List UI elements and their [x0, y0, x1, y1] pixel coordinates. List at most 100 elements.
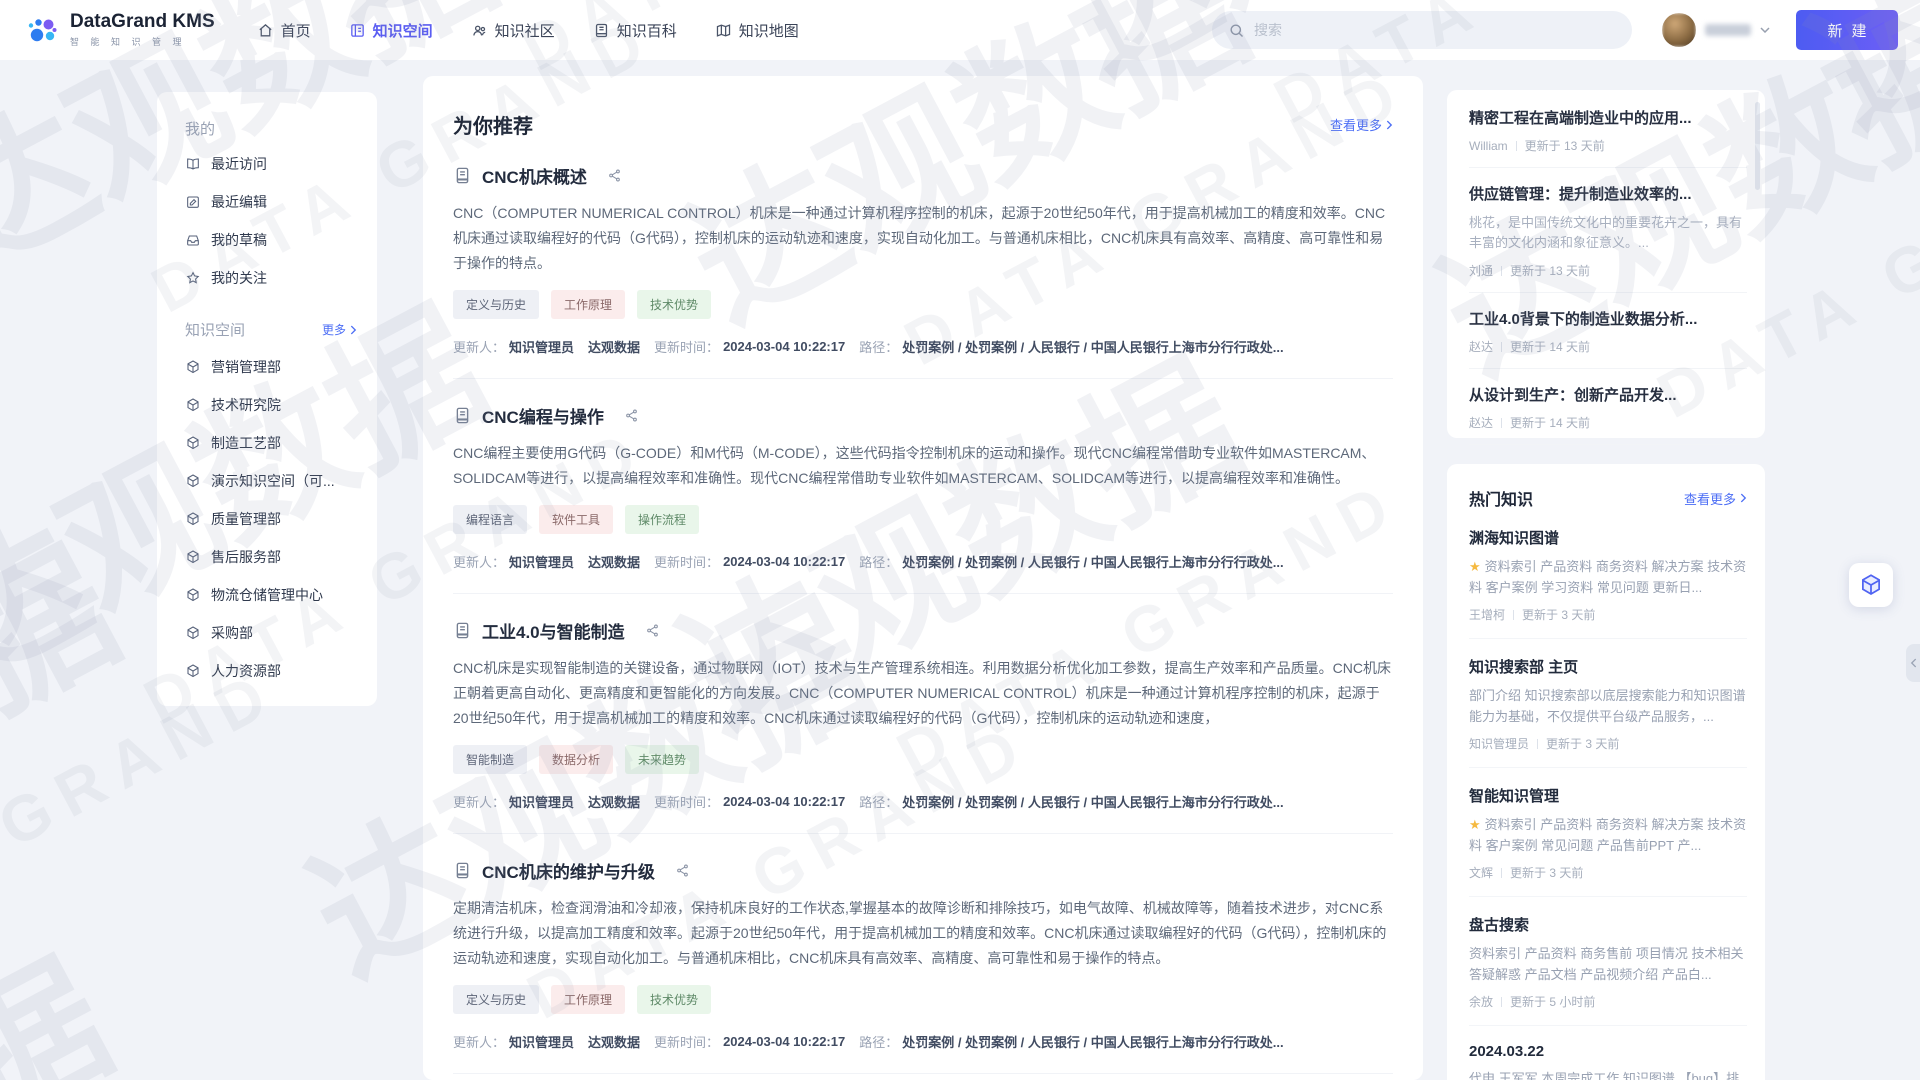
article-description: 定期清洁机床，检查润滑油和冷却液，保持机床良好的工作状态,掌握基本的故障诊断和排… — [453, 896, 1393, 971]
sidebar-item-icon — [185, 156, 201, 172]
org-value[interactable]: 达观数据 — [588, 792, 640, 811]
updater-value[interactable]: 知识管理员 — [509, 337, 574, 356]
org-value[interactable]: 达观数据 — [588, 1032, 640, 1051]
tag[interactable]: 工作原理 — [551, 985, 625, 1014]
share-icon[interactable] — [607, 168, 622, 183]
nav-item[interactable]: 知识地图 — [715, 20, 799, 41]
document-icon — [453, 406, 472, 425]
sidebar-item[interactable]: 我的关注 — [157, 259, 377, 297]
nav-item-icon — [349, 22, 366, 39]
article-title[interactable]: CNC机床概述 — [482, 163, 587, 188]
assistant-float-button[interactable] — [1849, 563, 1893, 607]
update-date: 更新于 3 天前 — [1522, 606, 1595, 623]
sidebar-item[interactable]: 我的草稿 — [157, 221, 377, 259]
spaces-more-link[interactable]: 更多 — [322, 321, 357, 338]
share-icon[interactable] — [624, 408, 639, 423]
sidebar-item[interactable]: 最近编辑 — [157, 183, 377, 221]
feed-more-link[interactable]: 查看更多 — [1330, 115, 1393, 134]
article-title[interactable]: CNC机床的维护与升级 — [482, 858, 655, 883]
tag[interactable]: 技术优势 — [637, 290, 711, 319]
hot-item-title[interactable]: 知识搜索部 主页 — [1469, 656, 1747, 677]
share-icon[interactable] — [645, 623, 660, 638]
nav-item-icon — [715, 22, 732, 39]
sidebar-item[interactable]: 最近访问 — [157, 145, 377, 183]
sidebar-item-icon — [185, 194, 201, 210]
tag[interactable]: 数据分析 — [539, 745, 613, 774]
app-logo[interactable]: DataGrand KMS 智 能 知 识 管 理 — [24, 12, 215, 48]
path-value[interactable]: 处罚案例 / 处罚案例 / 人民银行 / 中国人民银行上海市分行行政处... — [902, 337, 1283, 356]
updater-value[interactable]: 知识管理员 — [509, 1032, 574, 1051]
nav-item[interactable]: 首页 — [257, 20, 311, 41]
share-icon[interactable] — [675, 863, 690, 878]
update-date: 更新于 13 天前 — [1510, 262, 1590, 279]
hot-item-title[interactable]: 渊海知识图谱 — [1469, 527, 1747, 548]
org-value[interactable]: 达观数据 — [588, 337, 640, 356]
card-list: CNC机床概述 CNC（COMPUTER NUMERICAL CONTROL）机… — [453, 139, 1393, 1080]
left-sidebar: 我的 最近访问 最近编辑 — [157, 92, 377, 706]
article-title[interactable]: CNC编程与操作 — [482, 403, 604, 428]
sidebar-space-item[interactable]: 物流仓储管理中心 — [157, 576, 377, 614]
nav-item-label: 知识空间 — [373, 20, 433, 41]
author: 文辉 — [1469, 864, 1493, 881]
related-article-desc: 桃花，是中国传统文化中的重要花卉之一，具有丰富的文化内涵和象征意义。... — [1469, 213, 1747, 253]
tag[interactable]: 定义与历史 — [453, 985, 539, 1014]
hot-item-meta: 文辉 更新于 3 天前 — [1469, 864, 1747, 881]
cube-icon — [185, 549, 201, 565]
related-article-title[interactable]: 精密工程在高端制造业中的应用... — [1469, 107, 1747, 128]
tag[interactable]: 编程语言 — [453, 505, 527, 534]
related-article-item: 工业4.0背景下的制造业数据分析... 赵达 更新于 14 天前 — [1469, 293, 1747, 369]
tag[interactable]: 定义与历史 — [453, 290, 539, 319]
tag[interactable]: 操作流程 — [625, 505, 699, 534]
sidebar-space-item[interactable]: 制造工艺部 — [157, 424, 377, 462]
sidebar-space-item[interactable]: 质量管理部 — [157, 500, 377, 538]
hot-item-title[interactable]: 2024.03.22 — [1469, 1043, 1747, 1060]
sidebar-space-item[interactable]: 演示知识空间（可... — [157, 462, 377, 500]
tag[interactable]: 软件工具 — [539, 505, 613, 534]
logo-title: DataGrand KMS — [70, 12, 215, 32]
avatar[interactable] — [1662, 13, 1696, 47]
cube-icon — [185, 663, 201, 679]
new-button[interactable]: 新建 — [1796, 10, 1898, 50]
related-article-title[interactable]: 从设计到生产：创新产品开发... — [1469, 384, 1747, 405]
tag[interactable]: 工作原理 — [551, 290, 625, 319]
org-value[interactable]: 达观数据 — [588, 552, 640, 571]
nav-item-label: 知识百科 — [617, 20, 677, 41]
sidebar-space-item[interactable]: 售后服务部 — [157, 538, 377, 576]
hot-item-title[interactable]: 盘古搜索 — [1469, 914, 1747, 935]
tag[interactable]: 智能制造 — [453, 745, 527, 774]
sidebar-space-item[interactable]: 营销管理部 — [157, 348, 377, 386]
nav-item[interactable]: 知识社区 — [471, 20, 555, 41]
user-menu[interactable] — [1662, 13, 1770, 47]
updater-label: 更新人： — [453, 337, 505, 356]
hot-knowledge-panel: 热门知识 查看更多 渊海知识图谱 ★资料索引 产品资料 商务资料 解决方案 技术… — [1447, 464, 1765, 1080]
related-article-title[interactable]: 工业4.0背景下的制造业数据分析... — [1469, 308, 1747, 329]
path-value[interactable]: 处罚案例 / 处罚案例 / 人民银行 / 中国人民银行上海市分行行政处... — [902, 1032, 1283, 1051]
related-article-title[interactable]: 供应链管理：提升制造业效率的... — [1469, 183, 1747, 204]
tag[interactable]: 技术优势 — [637, 985, 711, 1014]
search-input[interactable] — [1254, 22, 1616, 38]
path-label: 路径： — [859, 1032, 898, 1051]
related-article-meta: William 更新于 13 天前 — [1469, 137, 1747, 154]
sidebar-space-item[interactable]: 人力资源部 — [157, 652, 377, 690]
article-card: 工业4.0与智能制造 CNC机床是实现智能制造的关键设备，通过物联网（IOT）技… — [453, 594, 1393, 834]
updater-value[interactable]: 知识管理员 — [509, 792, 574, 811]
cube-icon — [185, 473, 201, 489]
chevron-down-icon — [1760, 27, 1770, 33]
edge-collapse-handle[interactable] — [1906, 644, 1920, 682]
tag[interactable]: 未来趋势 — [625, 745, 699, 774]
path-value[interactable]: 处罚案例 / 处罚案例 / 人民银行 / 中国人民银行上海市分行行政处... — [902, 792, 1283, 811]
article-title[interactable]: 工业4.0与智能制造 — [482, 618, 625, 643]
nav-item[interactable]: 知识空间 — [349, 20, 433, 41]
author: 刘通 — [1469, 262, 1493, 279]
hot-knowledge-item: 知识搜索部 主页 ★部门介绍 知识搜索部以底层搜索能力和知识图谱能力为基础，不仅… — [1469, 639, 1747, 768]
updater-value[interactable]: 知识管理员 — [509, 552, 574, 571]
star-icon: ★ — [1469, 817, 1481, 832]
sidebar-item-label: 我的关注 — [211, 268, 267, 288]
sidebar-space-item[interactable]: 采购部 — [157, 614, 377, 652]
panel-scrollbar[interactable] — [1755, 102, 1760, 190]
path-value[interactable]: 处罚案例 / 处罚案例 / 人民银行 / 中国人民银行上海市分行行政处... — [902, 552, 1283, 571]
nav-item[interactable]: 知识百科 — [593, 20, 677, 41]
hot-more-link[interactable]: 查看更多 — [1684, 489, 1747, 508]
hot-item-title[interactable]: 智能知识管理 — [1469, 785, 1747, 806]
sidebar-space-item[interactable]: 技术研究院 — [157, 386, 377, 424]
